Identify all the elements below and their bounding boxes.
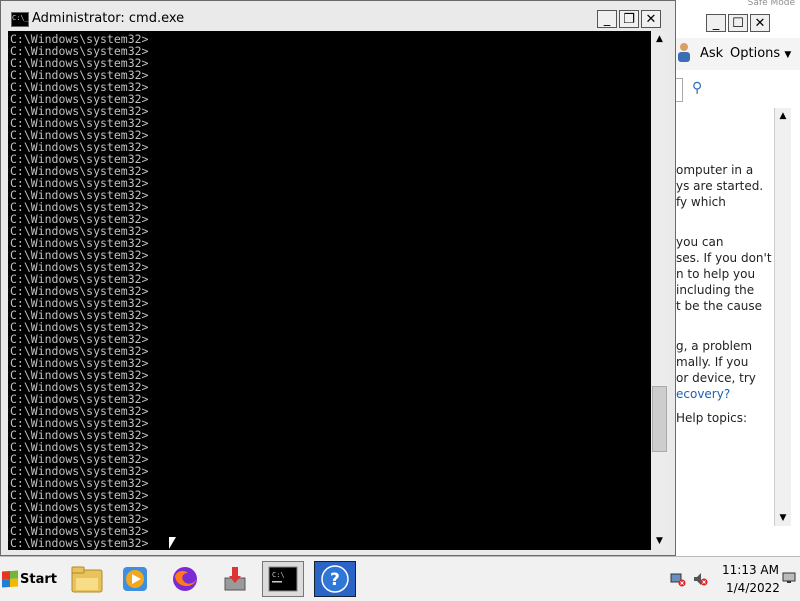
close-button[interactable]: ✕ [641, 10, 661, 28]
help-text-line: mally. If you [676, 355, 749, 369]
network-icon[interactable] [670, 571, 686, 587]
mouse-cursor-icon [169, 537, 176, 549]
window-title: Administrator: cmd.exe [32, 11, 185, 26]
media-player-icon [123, 567, 147, 591]
console-lines: C:\Windows\system32> C:\Windows\system32>… [10, 33, 148, 549]
volume-icon[interactable] [692, 571, 708, 587]
cmd-window: C:\_ Administrator: cmd.exe _ ❐ ✕ C:\Win… [0, 0, 676, 556]
taskbar-item-installer[interactable] [214, 561, 256, 597]
cmd-window-icon: C:\_ [11, 12, 29, 27]
search-icon[interactable]: ⚲ [692, 80, 702, 96]
scroll-thumb[interactable] [652, 386, 667, 452]
help-text-line: including the [676, 283, 755, 297]
clock-date[interactable]: 1/4/2022 [726, 581, 780, 595]
help-text-line: g, a problem [676, 339, 753, 353]
close-button[interactable]: ✕ [750, 14, 770, 32]
console-scrollbar[interactable]: ▲ ▼ [651, 31, 668, 550]
chevron-down-icon: ▼ [784, 50, 792, 60]
system-tray: 11:13 AM 1/4/2022 [664, 559, 800, 599]
help-text-line: n to help you [676, 267, 756, 281]
minimize-button[interactable]: _ [706, 14, 726, 32]
taskbar-item-firefox[interactable] [164, 561, 206, 597]
help-scrollbar[interactable]: ▲ ▼ [774, 108, 791, 526]
windows-logo-icon [2, 570, 18, 588]
console-output[interactable]: C:\Windows\system32> C:\Windows\system32>… [8, 31, 651, 550]
help-text-line: omputer in a [676, 163, 754, 177]
scroll-up-arrow-icon[interactable]: ▲ [775, 108, 791, 124]
minimize-button[interactable]: _ [597, 10, 617, 28]
console-line: C:\Windows\system32> [10, 536, 149, 550]
svg-text:C:\: C:\ [272, 571, 285, 579]
ask-button[interactable]: Ask [700, 46, 723, 61]
taskbar-item-media-player[interactable] [114, 561, 156, 597]
help-text-line: Help topics: [676, 411, 748, 425]
firefox-icon [173, 567, 197, 591]
start-button[interactable]: Start [2, 563, 57, 595]
taskbar-item-cmd[interactable]: C:\ [262, 561, 304, 597]
help-text-line: or device, try [676, 371, 756, 385]
help-toolbar: Ask Options ▼ [670, 38, 800, 70]
scroll-up-arrow-icon[interactable]: ▲ [651, 31, 668, 48]
restore-button[interactable]: ❐ [619, 10, 639, 28]
ask-icon [678, 43, 690, 62]
help-text-line: t be the cause [676, 299, 763, 313]
cmd-icon: C:\ [268, 566, 298, 592]
help-icon: ? [321, 565, 349, 593]
help-content: omputer in a ys are started. fy which you c… [670, 108, 775, 528]
options-button[interactable]: Options ▼ [730, 46, 791, 61]
help-search: ⚲ [670, 76, 800, 104]
maximize-button[interactable]: ☐ [728, 14, 748, 32]
help-text-line: you can [676, 235, 724, 249]
scroll-down-arrow-icon[interactable]: ▼ [775, 510, 791, 526]
installer-icon [224, 567, 246, 591]
safe-mode-label: Safe Mode [747, 0, 795, 8]
taskbar-item-explorer[interactable] [66, 561, 108, 597]
folder-icon [71, 566, 103, 593]
taskbar-item-help[interactable]: ? [314, 561, 356, 597]
taskbar: Start C:\ ? 11:13 AM 1/4/2022 [0, 556, 800, 601]
scroll-down-arrow-icon[interactable]: ▼ [651, 533, 668, 550]
svg-text:?: ? [330, 570, 340, 590]
help-text-line[interactable]: ecovery? [676, 386, 730, 402]
help-text-line: ys are started. [676, 179, 764, 193]
help-window-caption-buttons: _ ☐ ✕ [706, 14, 770, 32]
help-text-line: fy which [676, 195, 726, 209]
clock-time[interactable]: 11:13 AM [722, 563, 779, 577]
cmd-caption-buttons: _ ❐ ✕ [597, 10, 661, 28]
help-text-line: ses. If you don't [676, 251, 772, 265]
cmd-titlebar[interactable]: C:\_ Administrator: cmd.exe _ ❐ ✕ [5, 9, 669, 29]
show-desktop-icon[interactable] [782, 571, 796, 585]
